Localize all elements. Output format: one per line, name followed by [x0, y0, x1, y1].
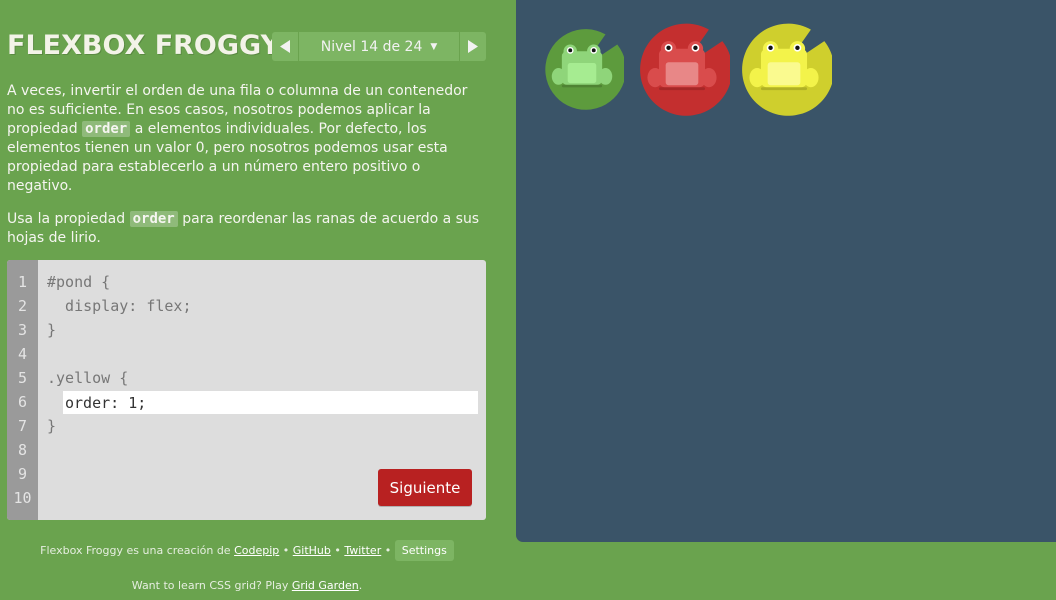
- caret-down-icon: ▼: [430, 41, 438, 52]
- line-number: 6: [17, 393, 28, 411]
- line-number-gutter: 1 2 3 4 5 6 7 8 9 10: [7, 260, 38, 520]
- footer-promo: Want to learn CSS grid? Play Grid Garden…: [0, 579, 494, 592]
- line-number: 9: [17, 465, 28, 483]
- line-number: 10: [13, 489, 32, 507]
- github-link[interactable]: GitHub: [293, 544, 331, 557]
- instructions-text: A veces, invertir el orden de una fila o…: [7, 82, 487, 262]
- triangle-right-icon: [468, 40, 478, 53]
- code-line: display: flex;: [47, 297, 192, 315]
- instructions-panel: FLEXBOX FROGGY Nivel 14 de 24 ▼ A veces,…: [0, 0, 516, 600]
- frog-green: [545, 29, 624, 110]
- frog-yellow: [742, 23, 832, 116]
- footer-credits: Flexbox Froggy es una creación de Codepi…: [0, 540, 494, 561]
- grid-garden-link[interactable]: Grid Garden: [292, 579, 359, 592]
- app-title: FLEXBOX FROGGY: [7, 30, 281, 61]
- credit-text: Flexbox Froggy es una creación de: [40, 544, 235, 557]
- next-level-button[interactable]: [459, 32, 486, 61]
- code-line: }: [47, 417, 57, 435]
- line-number: 4: [17, 345, 28, 363]
- text: Usa la propiedad: [7, 211, 130, 227]
- promo-text: Want to learn CSS grid? Play: [131, 579, 292, 592]
- separator: •: [381, 544, 395, 557]
- level-navigation: Nivel 14 de 24 ▼: [272, 32, 486, 61]
- line-number: 3: [17, 321, 28, 339]
- line-number: 7: [17, 417, 28, 435]
- line-number: 8: [17, 441, 28, 459]
- code-order[interactable]: order: [129, 211, 178, 227]
- twitter-link[interactable]: Twitter: [344, 544, 381, 557]
- frog-red: [640, 23, 730, 116]
- next-button[interactable]: Siguiente: [378, 469, 472, 506]
- codepip-link[interactable]: Codepip: [234, 544, 279, 557]
- code-line: .yellow {: [47, 369, 129, 387]
- previous-level-button[interactable]: [272, 32, 299, 61]
- separator: •: [330, 544, 345, 557]
- instructions-paragraph-2: Usa la propiedad order para reordenar la…: [7, 210, 487, 248]
- promo-suffix: .: [358, 579, 363, 592]
- instructions-paragraph-1: A veces, invertir el orden de una fila o…: [7, 82, 487, 196]
- code-order[interactable]: order: [82, 121, 131, 137]
- separator: •: [279, 544, 293, 557]
- triangle-left-icon: [280, 40, 290, 53]
- line-number: 2: [17, 297, 28, 315]
- pond: [516, 0, 1056, 542]
- level-indicator[interactable]: Nivel 14 de 24 ▼: [299, 32, 459, 61]
- line-number: 5: [17, 369, 28, 387]
- css-input[interactable]: [63, 391, 478, 414]
- code-line: }: [47, 321, 57, 339]
- level-label: Nivel 14 de 24: [320, 38, 423, 55]
- settings-button[interactable]: Settings: [394, 540, 454, 561]
- line-number: 1: [17, 273, 28, 291]
- code-line: #pond {: [47, 273, 111, 291]
